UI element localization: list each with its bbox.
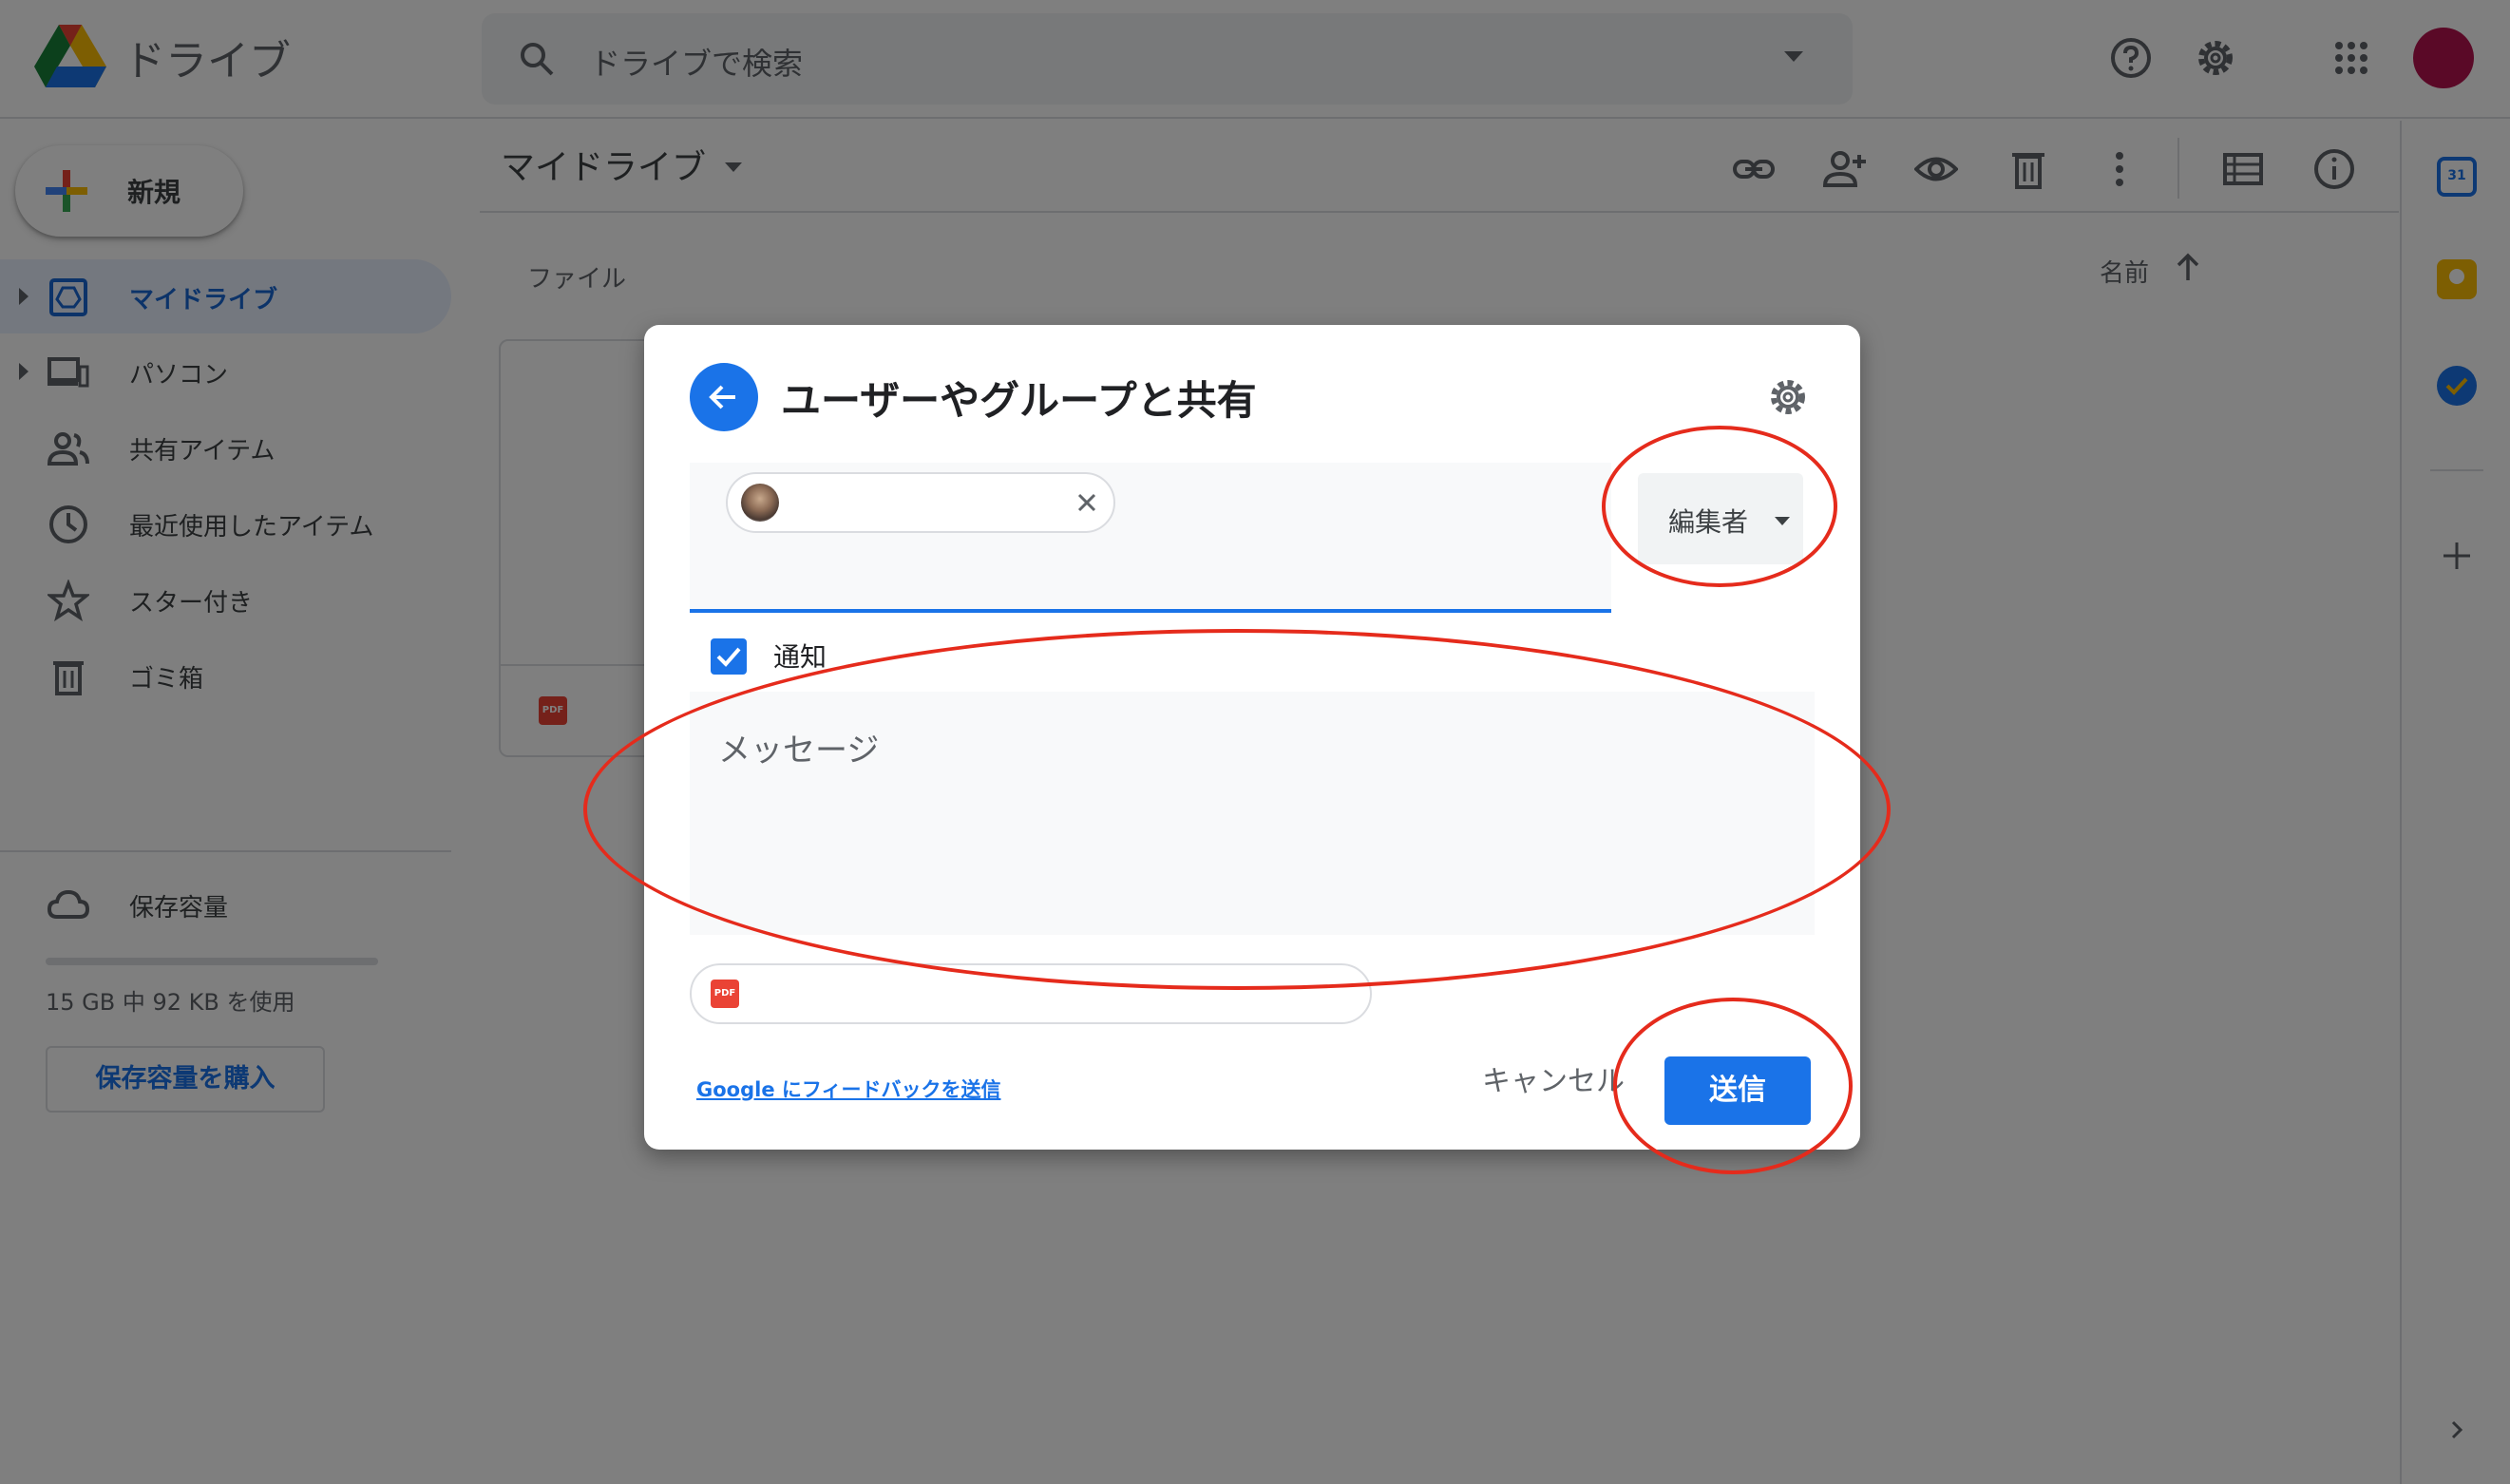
back-button[interactable] <box>690 363 758 431</box>
people-input-field[interactable] <box>690 463 1611 613</box>
checkmark-icon <box>716 647 741 667</box>
recipient-avatar <box>741 484 779 522</box>
cancel-button[interactable]: キャンセル <box>1473 1049 1634 1115</box>
remove-recipient-icon[interactable] <box>1074 489 1100 516</box>
recipient-chip[interactable] <box>726 472 1115 533</box>
annotation-circle-send <box>1613 998 1853 1174</box>
notify-checkbox[interactable] <box>711 638 747 675</box>
feedback-link[interactable]: Google にフィードバックを送信 <box>696 1075 1000 1103</box>
notify-label: 通知 <box>773 641 827 673</box>
pdf-file-icon: PDF <box>711 980 739 1008</box>
arrow-back-icon <box>709 385 735 409</box>
share-settings-icon[interactable] <box>1767 376 1809 418</box>
annotation-circle-role <box>1602 426 1837 587</box>
annotation-circle-message <box>583 629 1891 990</box>
dialog-title: ユーザーやグループと共有 <box>781 377 1257 424</box>
